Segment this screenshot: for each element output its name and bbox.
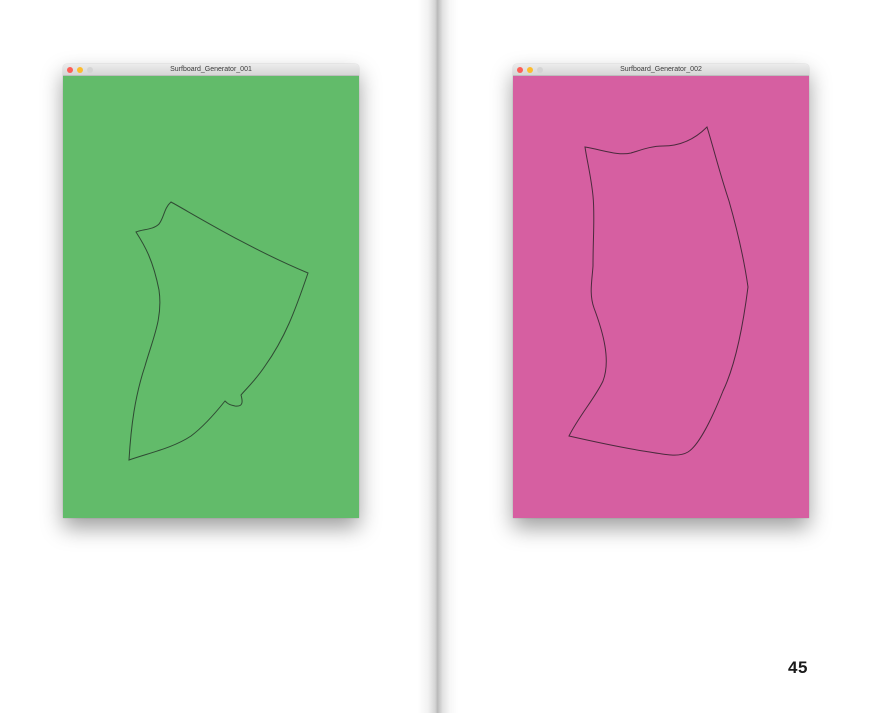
sketch-window-1: Surfboard_Generator_001 xyxy=(63,64,359,518)
sketch-canvas xyxy=(513,76,809,518)
window-titlebar: Surfboard_Generator_002 xyxy=(513,64,809,76)
surfboard-outline xyxy=(568,126,749,456)
surfboard-outline-drawing xyxy=(568,126,749,456)
book-gutter xyxy=(418,0,458,713)
window-title: Surfboard_Generator_002 xyxy=(620,66,702,73)
sketch-canvas xyxy=(63,76,359,518)
surfboard-outline xyxy=(128,201,309,461)
window-titlebar: Surfboard_Generator_001 xyxy=(63,64,359,76)
sketch-window-2: Surfboard_Generator_002 xyxy=(513,64,809,518)
page-number: 45 xyxy=(788,658,808,677)
window-title: Surfboard_Generator_001 xyxy=(170,66,252,73)
surfboard-outline-drawing xyxy=(128,201,309,461)
book-spread: Surfboard_Generator_001 Surfboard_Genera… xyxy=(0,0,874,713)
